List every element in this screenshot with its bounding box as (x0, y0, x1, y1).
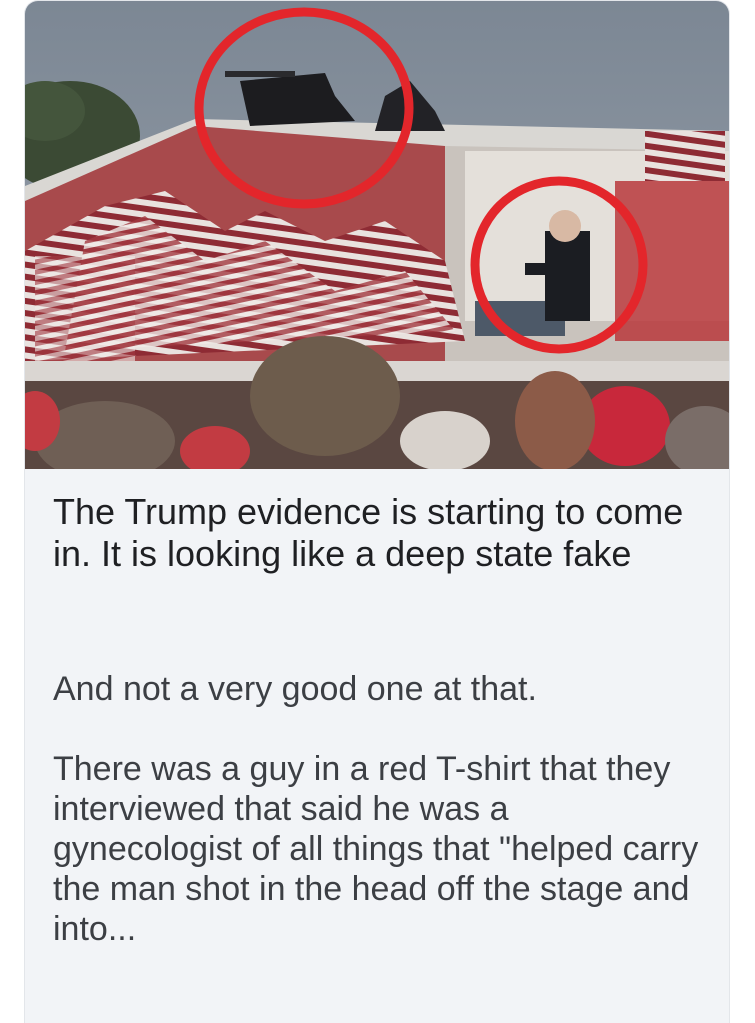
article-subtitle: And not a very good one at that. (53, 670, 537, 708)
article-image[interactable] (25, 1, 729, 469)
article-title[interactable]: The Trump evidence is starting to come i… (53, 491, 703, 575)
article-card[interactable]: The Trump evidence is starting to come i… (24, 0, 730, 1023)
rally-photo (25, 1, 729, 469)
article-body: And not a very good one at that. There w… (53, 669, 703, 949)
article-excerpt: There was a guy in a red T-shirt that th… (53, 750, 699, 948)
